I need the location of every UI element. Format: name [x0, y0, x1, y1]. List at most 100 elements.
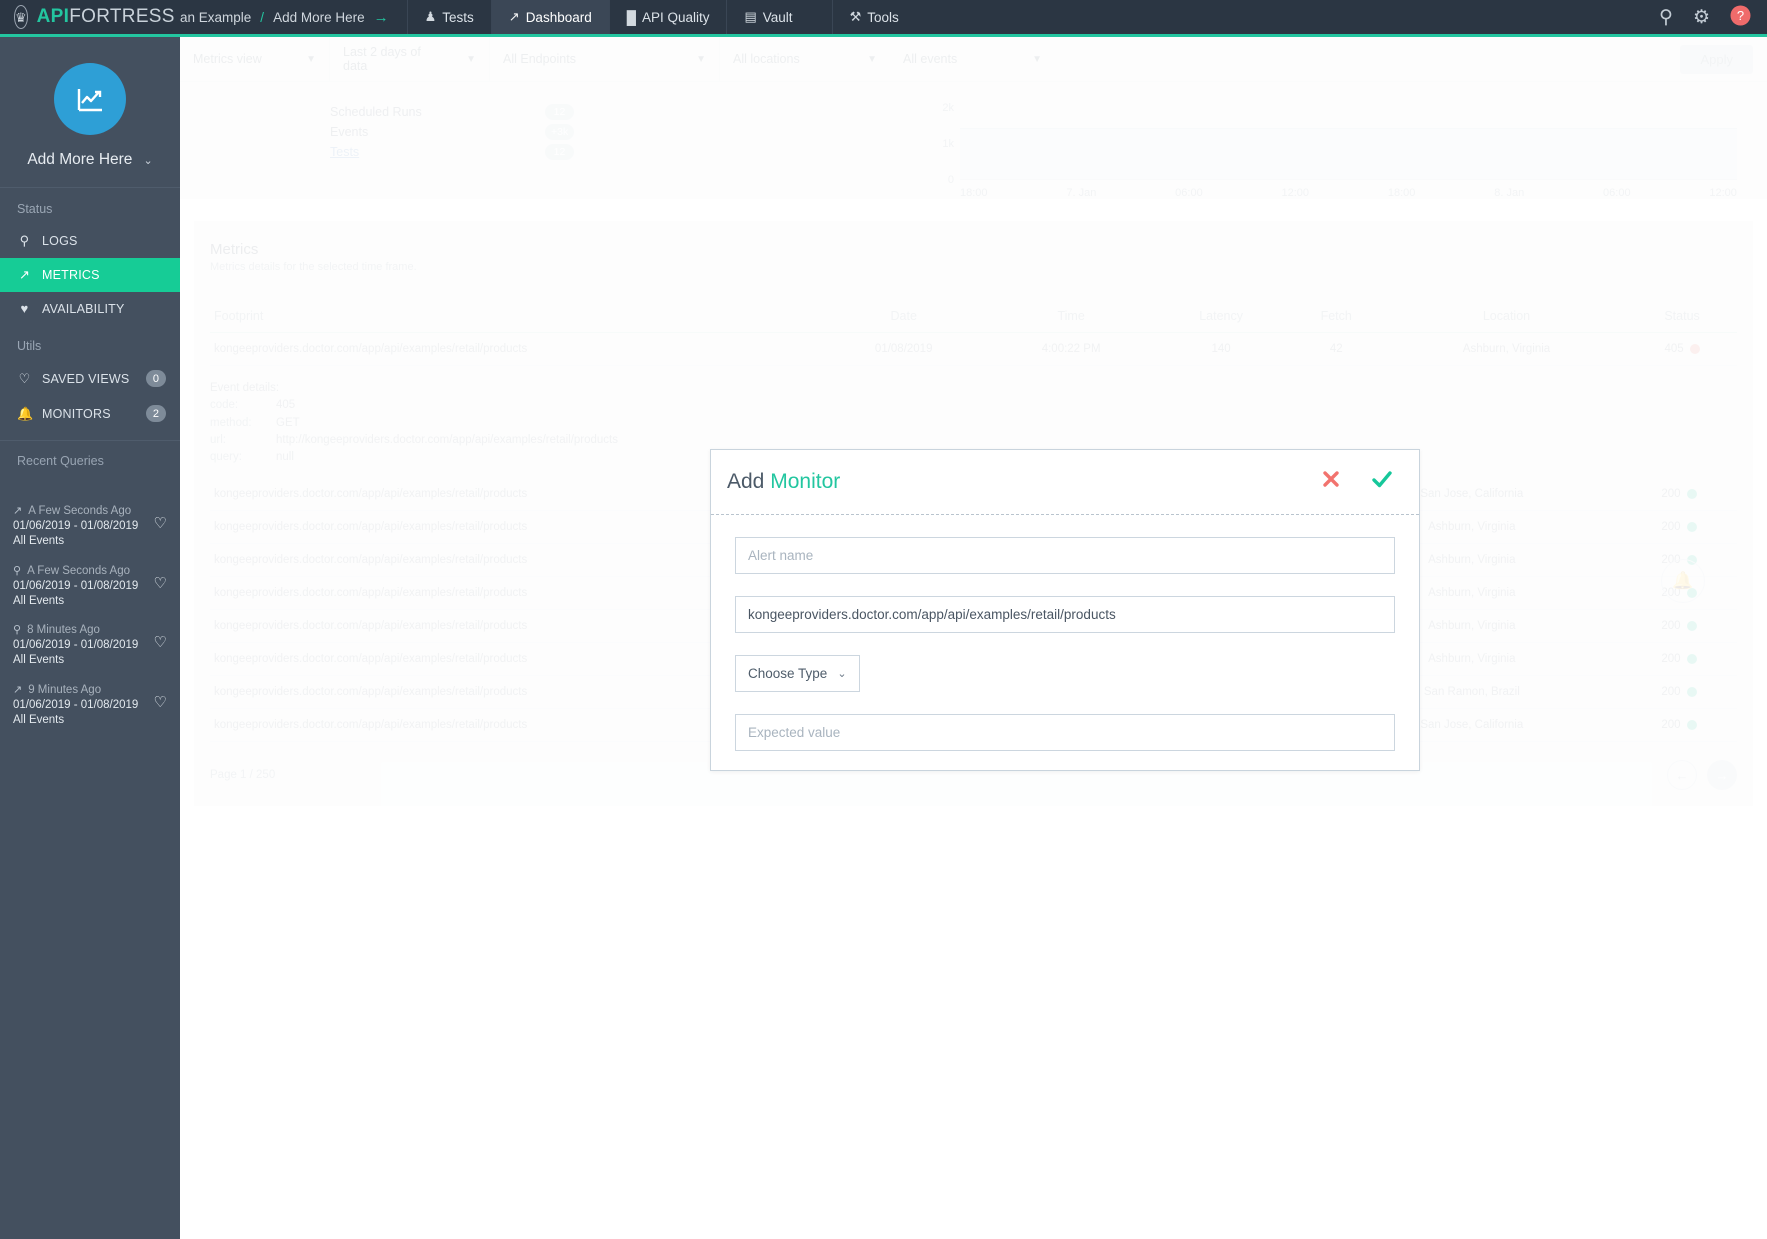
event-details-heading: Event details: [210, 380, 1737, 397]
close-x-icon[interactable] [1321, 469, 1341, 495]
breadcrumb: an Example / Add More Here → [180, 0, 407, 34]
event-url-key: url: [210, 432, 276, 449]
heart-outline-icon[interactable]: ♡ [154, 504, 167, 532]
sidebar-item-metrics[interactable]: ↗ METRICS [0, 258, 180, 292]
chevron-down-icon: ▼ [867, 54, 877, 65]
bell-icon[interactable]: 🔔 [1661, 559, 1705, 603]
event-details-row: method:GET [210, 415, 1737, 432]
recent-query-when: A Few Seconds Ago [28, 504, 131, 519]
tab-vault[interactable]: ▤ Vault [726, 0, 809, 34]
sidebar-item-availability-label: AVAILABILITY [42, 302, 125, 316]
chevron-left-icon[interactable]: ← [1667, 760, 1697, 790]
user-account-icon[interactable]: ⚲ [1659, 8, 1673, 27]
column-footprint[interactable]: Footprint [210, 303, 821, 333]
chart-x-axis: 18:00 7. Jan 06:00 12:00 18:00 8. Jan 06… [960, 180, 1737, 199]
status-badge: 200 [1621, 478, 1737, 511]
recent-query-events: All Events [13, 594, 148, 609]
events-area-chart: 2k 1k 0 18:00 7. Jan 06:00 12:00 18:00 8… [910, 102, 1767, 199]
recent-queries-heading: Recent Queries [0, 441, 180, 474]
logs-user-icon: ⚲ [17, 233, 32, 249]
bar-chart-icon: █ [627, 10, 636, 25]
list-item[interactable]: ↗ A Few Seconds Ago 01/06/2019 - 01/08/2… [0, 497, 180, 557]
list-item[interactable]: ⚲ 8 Minutes Ago 01/06/2019 - 01/08/2019 … [0, 616, 180, 676]
sidebar-item-logs[interactable]: ⚲ LOGS [0, 224, 180, 258]
tab-tools[interactable]: ⚒ Tools [832, 0, 916, 34]
type-select[interactable]: Choose Type ⌄ [735, 655, 860, 692]
status-dot-icon [1687, 621, 1697, 631]
chart-xtick: 18:00 [1388, 187, 1416, 199]
app-root: ♛ APIFORTRESS an Example / Add More Here… [0, 0, 1767, 1239]
sidebar-item-availability[interactable]: ♥ AVAILABILITY [0, 292, 180, 325]
sidebar-item-logs-label: LOGS [42, 234, 78, 248]
add-monitor-modal: Add Monitor [710, 449, 1420, 771]
chevron-down-icon: ▼ [696, 54, 706, 65]
tab-tests-label: Tests [442, 10, 474, 25]
chevron-right-icon[interactable]: → [1707, 760, 1737, 790]
tests-icon: ♟ [425, 9, 437, 25]
modal-header: Add Monitor [711, 450, 1419, 515]
apply-button[interactable]: Apply [1680, 45, 1753, 74]
recent-query-range: 01/06/2019 - 01/08/2019 [13, 638, 148, 653]
events-select[interactable]: All events ▼ [890, 37, 1055, 82]
table-header-row: Footprint Date Time Latency Fetch Locati… [210, 303, 1737, 333]
brand-logo[interactable]: ♛ APIFORTRESS [0, 0, 180, 34]
tab-api-quality-label: API Quality [642, 10, 710, 25]
event-method-value: GET [276, 417, 300, 429]
breadcrumb-current[interactable]: Add More Here [273, 10, 365, 25]
tab-dashboard[interactable]: ↗ Dashboard [491, 0, 609, 34]
status-badge: 200 [1621, 676, 1737, 709]
column-date[interactable]: Date [821, 303, 987, 333]
cell-fetch: 42 [1287, 333, 1386, 366]
metrics-chart-icon: ↗ [13, 504, 22, 519]
help-icon[interactable]: ? [1730, 5, 1751, 30]
heart-outline-icon[interactable]: ♡ [154, 564, 167, 592]
tab-api-quality[interactable]: █ API Quality [609, 0, 727, 34]
view-select[interactable]: Metrics view ▼ [180, 37, 330, 82]
dashboard-chart-icon: ↗ [509, 9, 520, 25]
logs-user-icon: ⚲ [13, 623, 21, 638]
chart-y-axis: 2k 1k 0 [920, 102, 954, 186]
url-input[interactable]: kongeeproviders.doctor.com/app/api/examp… [735, 596, 1395, 633]
main-content: Metrics view ▼ Last 2 days of data ▼ All… [180, 37, 1767, 1239]
alert-name-input[interactable]: Alert name [735, 537, 1395, 574]
checkmark-icon[interactable] [1371, 468, 1393, 496]
column-fetch[interactable]: Fetch [1287, 303, 1386, 333]
brand-name-part2: FORTRESS [69, 6, 175, 27]
heart-outline-icon[interactable]: ♡ [154, 683, 167, 711]
heart-outline-icon[interactable]: ♡ [154, 623, 167, 651]
locations-select-label: All locations [733, 52, 800, 66]
tests-label[interactable]: Tests [330, 145, 545, 159]
list-item[interactable]: ⚲ A Few Seconds Ago 01/06/2019 - 01/08/2… [0, 557, 180, 617]
summary-row: Scheduled Runs 12 [330, 102, 910, 121]
table-row[interactable]: kongeeproviders.doctor.com/app/api/examp… [210, 333, 1737, 366]
tab-tests[interactable]: ♟ Tests [407, 0, 491, 34]
status-dot-icon [1687, 687, 1697, 697]
chart-ytick: 1k [920, 138, 954, 150]
list-item[interactable]: ↗ 9 Minutes Ago 01/06/2019 - 01/08/2019 … [0, 676, 180, 736]
column-latency[interactable]: Latency [1156, 303, 1287, 333]
column-location[interactable]: Location [1386, 303, 1627, 333]
heartbeat-icon: ♥ [17, 301, 32, 316]
modal-actions [1321, 468, 1393, 496]
sidebar-item-saved-views[interactable]: ♡ SAVED VIEWS 0 [0, 361, 180, 396]
recent-query-range: 01/06/2019 - 01/08/2019 [13, 579, 148, 594]
breadcrumb-project[interactable]: an Example [180, 10, 251, 25]
main-nav-tabs: ♟ Tests ↗ Dashboard █ API Quality ▤ Vaul… [407, 0, 916, 34]
status-badge: 405 [1627, 333, 1737, 366]
cell-latency: 140 [1156, 333, 1287, 366]
cell-location: Ashburn, Virginia [1386, 333, 1627, 366]
expected-value-input[interactable]: Expected value [735, 714, 1395, 751]
event-url-value: http://kongeeproviders.doctor.com/app/ap… [276, 434, 618, 446]
metrics-chart-icon: ↗ [17, 267, 32, 283]
scheduled-runs-value: 12 [545, 104, 574, 120]
settings-gear-icon[interactable]: ⚙ [1693, 8, 1710, 27]
status-dot-icon [1687, 654, 1697, 664]
sidebar-item-monitors[interactable]: 🔔 MONITORS 2 [0, 396, 180, 431]
endpoints-select[interactable]: All Endpoints ▼ [490, 37, 720, 82]
column-status[interactable]: Status [1627, 303, 1737, 333]
project-selector[interactable]: Add More Here ⌄ [27, 151, 152, 169]
timerange-select[interactable]: Last 2 days of data ▼ [330, 37, 490, 82]
column-time[interactable]: Time [987, 303, 1156, 333]
locations-select[interactable]: All locations ▼ [720, 37, 890, 82]
chevron-down-icon: ⌄ [143, 154, 152, 167]
